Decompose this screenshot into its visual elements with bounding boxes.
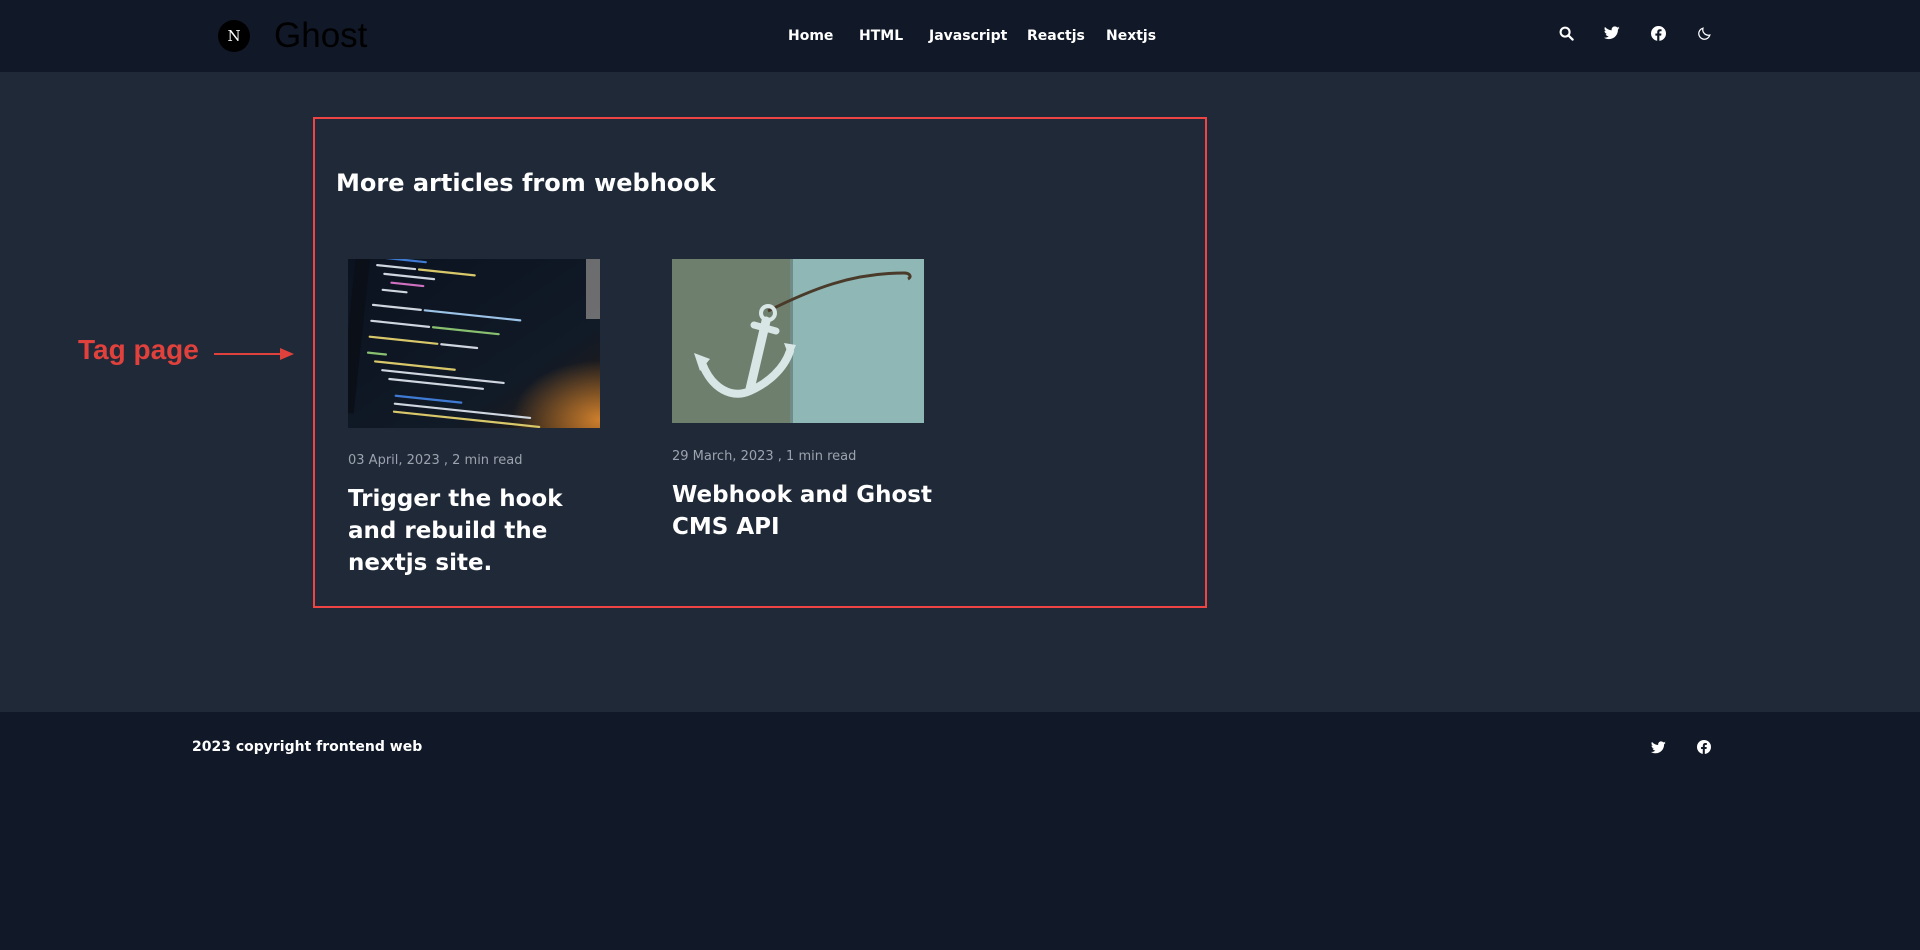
nav-item-home[interactable]: Home <box>788 26 833 46</box>
twitter-icon[interactable] <box>1603 24 1621 42</box>
copyright-text: 2023 copyright frontend web <box>192 739 423 755</box>
moon-icon[interactable] <box>1695 24 1713 42</box>
annotation-label: Tag page <box>78 334 199 365</box>
facebook-icon[interactable] <box>1696 739 1712 755</box>
article-card[interactable]: 03 April, 2023 , 2 min read Trigger the … <box>348 259 608 576</box>
nav-item-javascript[interactable]: Javascript <box>929 26 1007 46</box>
article-meta: 03 April, 2023 , 2 min read <box>348 453 523 468</box>
facebook-icon[interactable] <box>1649 24 1667 42</box>
main-nav: Home HTML Javascript Reactjs Nextjs <box>0 26 1920 46</box>
article-meta: 29 March, 2023 , 1 min read <box>672 449 857 464</box>
nav-item-reactjs[interactable]: Reactjs <box>1027 26 1085 46</box>
annotation-arrow-icon <box>214 348 294 360</box>
article-title[interactable]: Trigger the hook and rebuild the nextjs … <box>348 483 608 579</box>
anchor-image <box>672 259 924 423</box>
article-title[interactable]: Webhook and Ghost CMS API <box>672 479 932 543</box>
nav-item-html[interactable]: HTML <box>859 26 903 46</box>
code-editor-image <box>348 259 600 428</box>
article-card[interactable]: 29 March, 2023 , 1 min read Webhook and … <box>672 259 932 549</box>
article-thumbnail[interactable] <box>348 259 600 428</box>
search-icon[interactable] <box>1557 24 1575 42</box>
article-thumbnail[interactable] <box>672 259 924 423</box>
section-title: More articles from webhook <box>336 169 716 197</box>
twitter-icon[interactable] <box>1650 739 1666 755</box>
site-footer: 2023 copyright frontend web <box>0 712 1920 950</box>
site-header: N Ghost Home HTML Javascript Reactjs Nex… <box>0 0 1920 72</box>
nav-item-nextjs[interactable]: Nextjs <box>1106 26 1156 46</box>
